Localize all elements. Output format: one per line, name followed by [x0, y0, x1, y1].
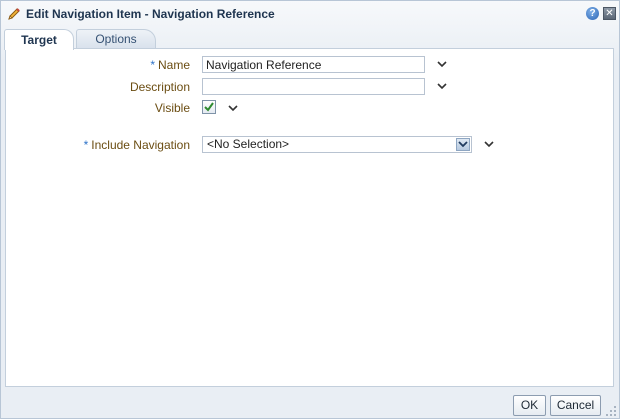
- name-label: * Name: [150, 58, 190, 72]
- required-marker: *: [150, 58, 155, 72]
- chevron-down-icon[interactable]: [437, 82, 447, 90]
- resize-grip-icon[interactable]: [605, 405, 617, 417]
- chevron-down-icon: [458, 141, 468, 148]
- chevron-down-icon[interactable]: [228, 104, 238, 112]
- checkmark-icon: [204, 102, 214, 112]
- include-navigation-select[interactable]: <No Selection>: [202, 136, 472, 153]
- cancel-button[interactable]: Cancel: [550, 395, 601, 416]
- description-label: Description: [129, 80, 190, 94]
- pencil-icon: [8, 8, 20, 20]
- close-icon[interactable]: ✕: [603, 7, 616, 20]
- help-icon[interactable]: ?: [586, 7, 599, 20]
- visible-label: Visible: [154, 101, 190, 115]
- include-navigation-value: <No Selection>: [207, 137, 290, 151]
- dropdown-arrow[interactable]: [456, 138, 470, 151]
- edit-navigation-dialog: Edit Navigation Item - Navigation Refere…: [0, 0, 620, 419]
- visible-checkbox[interactable]: [202, 100, 216, 114]
- tab-options[interactable]: Options: [76, 29, 156, 49]
- chevron-down-icon[interactable]: [484, 140, 494, 148]
- description-field[interactable]: [202, 78, 425, 95]
- required-marker: *: [83, 138, 89, 152]
- dialog-titlebar: Edit Navigation Item - Navigation Refere…: [1, 1, 619, 27]
- name-field[interactable]: [202, 56, 425, 73]
- tab-target[interactable]: Target: [4, 29, 74, 50]
- chevron-down-icon[interactable]: [437, 60, 447, 68]
- dialog-title: Edit Navigation Item - Navigation Refere…: [26, 7, 275, 21]
- ok-button[interactable]: OK: [513, 395, 546, 416]
- target-panel: *Name Description Visible *Include Navig…: [5, 48, 614, 387]
- include-navigation-label: * Include Navigation: [83, 138, 190, 152]
